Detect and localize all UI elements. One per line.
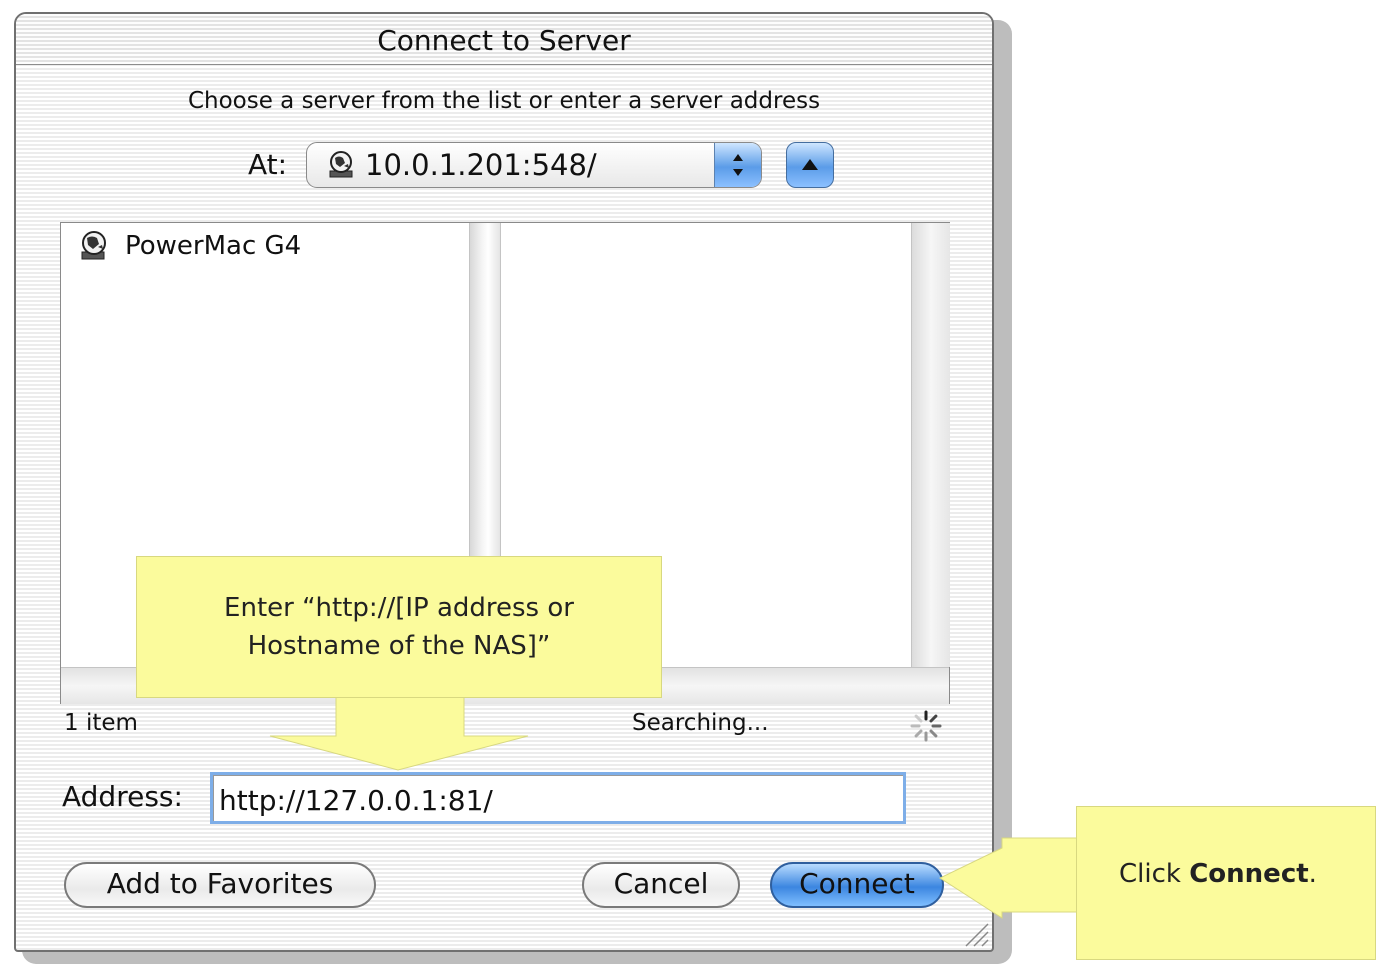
callout-click-bold: Connect [1189,859,1309,889]
callout-line-2: Hostname of the NAS]” [247,631,551,661]
enter-address-callout: Enter “http://[IP address or Hostname of… [136,556,662,698]
left-arrow-icon [938,837,1079,919]
callout-click-suffix: . [1308,859,1317,889]
callout-click-prefix: Click [1119,859,1190,889]
click-connect-callout: Click Connect. [1076,806,1376,960]
callout-line-1: Enter “http://[IP address or [224,593,574,623]
down-arrow-icon [269,695,529,771]
